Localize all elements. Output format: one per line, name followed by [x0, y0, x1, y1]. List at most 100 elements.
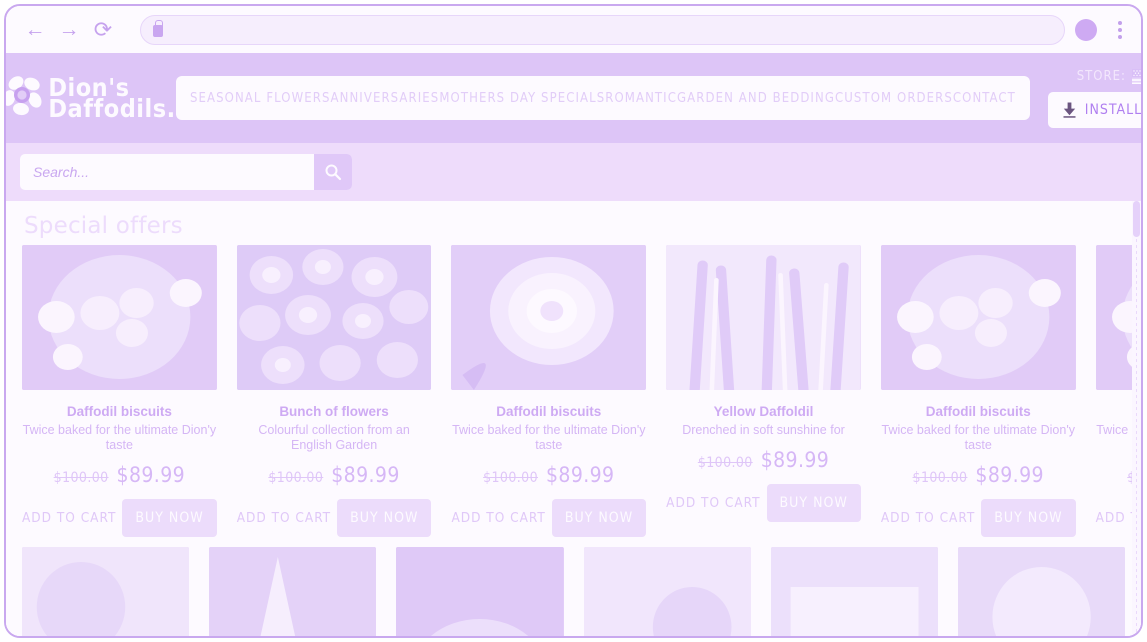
product-card[interactable]: Daffodil biscuits Twice baked for the ul… [22, 245, 217, 537]
search-button[interactable] [314, 154, 352, 190]
product-card[interactable] [396, 546, 564, 636]
main-navigation: SEASONAL FLOWERS ANNIVERSARIES MOTHERS D… [176, 76, 1030, 120]
page-viewport: Dion's Daffodils. SEASONAL FLOWERS ANNIV… [6, 53, 1141, 636]
product-image[interactable] [666, 245, 861, 390]
product-card[interactable] [770, 546, 938, 636]
profile-avatar[interactable] [1075, 18, 1097, 41]
product-card[interactable]: Bunch of flowers Colourful collection fr… [236, 245, 432, 537]
product-actions: ADD TO CART BUY NOW [22, 498, 217, 537]
biscuits-on-plate-photo [22, 245, 217, 390]
forward-icon[interactable]: → [52, 13, 86, 47]
product-image[interactable] [396, 546, 564, 636]
nav-item-contact[interactable]: CONTACT [953, 91, 1016, 106]
nav-item-romantic[interactable]: ROMANTIC [605, 91, 677, 106]
product-photo-10 [583, 546, 751, 636]
add-to-cart-button[interactable]: ADD TO CART [451, 510, 545, 526]
address-bar[interactable] [140, 14, 1065, 45]
nav-item-custom-orders[interactable]: CUSTOM ORDERS [835, 91, 953, 106]
product-card[interactable]: Yellow Daffoldil Drenched in soft sunshi… [666, 245, 861, 537]
product-card[interactable] [957, 546, 1125, 636]
buy-now-button[interactable]: BUY NOW [122, 498, 217, 537]
buy-now-button[interactable]: BUY NOW [337, 498, 432, 537]
nav-item-garden-and-bedding[interactable]: GARDEN AND BEDDING [677, 91, 835, 106]
site-logo[interactable]: Dion's Daffodils. [6, 73, 175, 123]
product-card[interactable]: Daffodil biscuits Twice baked for the ul… [880, 245, 1076, 537]
product-price: $100.00 $89.99 [54, 463, 185, 487]
product-price: $100.00 $89.99 [483, 463, 614, 487]
product-image[interactable] [236, 245, 432, 390]
product-image[interactable] [880, 245, 1076, 390]
product-price: $100.00 $89.99 [268, 463, 399, 487]
product-image[interactable] [209, 546, 377, 636]
product-title: Bunch of flowers [279, 404, 389, 419]
nav-item-mothers-day-specials[interactable]: MOTHERS DAY SPECIALS [439, 91, 605, 106]
product-title: Yellow Daffoldil [713, 404, 814, 419]
daffodil-flower-icon [6, 76, 42, 116]
store-selector[interactable]: STORE: [1076, 68, 1141, 84]
product-description: Twice baked for the ultimate Dion'y tast… [452, 422, 646, 452]
reload-icon[interactable]: ⟳ [86, 13, 120, 47]
product-card[interactable] [22, 546, 190, 636]
site-header: Dion's Daffodils. SEASONAL FLOWERS ANNIV… [6, 53, 1141, 143]
product-title: Daffodil biscuits [925, 404, 1031, 419]
lock-icon [153, 20, 163, 37]
download-icon [1063, 102, 1076, 118]
buy-now-button[interactable]: BUY NOW [981, 498, 1076, 537]
product-card[interactable] [583, 546, 751, 636]
product-description: Colourful collection from an English Gar… [258, 422, 410, 452]
product-title: Daffodil biscuits [496, 404, 602, 419]
product-actions: ADD TO CART BUY NOW [237, 498, 432, 537]
product-photo-11 [770, 546, 938, 636]
product-price: $100.00 $89.99 [698, 448, 829, 472]
product-image[interactable] [451, 245, 647, 390]
nav-item-seasonal-flowers[interactable]: SEASONAL FLOWERS [190, 91, 331, 106]
scrollbar-thumb[interactable] [1133, 201, 1140, 237]
product-actions: ADD TO CART BUY NOW [881, 498, 1076, 537]
price-original: $100.00 [912, 469, 968, 486]
product-image[interactable] [22, 546, 190, 636]
product-image[interactable] [770, 546, 938, 636]
kebab-menu-icon[interactable] [1111, 20, 1129, 39]
product-image[interactable] [957, 546, 1125, 636]
price-current: $89.99 [760, 447, 830, 472]
price-current: $89.99 [975, 462, 1044, 487]
product-title: Daffodil biscuits [66, 404, 172, 419]
main-content: Special offers Daffodil biscuits Twice b… [6, 201, 1141, 636]
search-band [6, 143, 1141, 201]
price-original: $100.00 [483, 469, 538, 486]
header-right-group: STORE: INSTALL [1040, 68, 1141, 128]
price-current: $89.99 [116, 462, 186, 487]
page-scrollbar[interactable] [1132, 201, 1141, 636]
product-description: Drenched in soft sunshine for [682, 422, 845, 437]
buy-now-button[interactable]: BUY NOW [551, 498, 647, 537]
back-icon[interactable]: ← [18, 13, 52, 47]
product-image[interactable] [583, 546, 751, 636]
add-to-cart-button[interactable]: ADD TO CART [22, 510, 116, 526]
add-to-cart-button[interactable]: ADD TO CART [666, 495, 760, 511]
product-card[interactable] [209, 546, 377, 636]
white-rose-photo [451, 245, 647, 390]
logo-line-2: Daffodils. [48, 94, 176, 123]
buy-now-button[interactable]: BUY NOW [766, 483, 861, 522]
search-input[interactable] [20, 154, 314, 190]
price-original: $100.00 [268, 469, 324, 486]
store-label: STORE: [1076, 68, 1126, 84]
product-grid-row-1: Daffodil biscuits Twice baked for the ul… [6, 245, 1141, 537]
product-photo-7 [22, 546, 190, 636]
page-title: Special offers [24, 213, 183, 239]
search-container [20, 154, 352, 190]
scrollbar-track[interactable] [1136, 239, 1137, 636]
product-actions: ADD TO CART BUY NOW [666, 483, 861, 522]
product-description: Twice baked for the ultimate Dion'y tast… [22, 422, 217, 452]
product-photo-12 [957, 546, 1125, 636]
add-to-cart-button[interactable]: ADD TO CART [881, 510, 975, 526]
price-current: $89.99 [545, 462, 615, 487]
product-card[interactable]: Daffodil biscuits Twice baked for the ul… [451, 245, 647, 537]
add-to-cart-button[interactable]: ADD TO CART [237, 510, 331, 526]
nav-item-anniversaries[interactable]: ANNIVERSARIES [331, 91, 440, 106]
product-price: $100.00 $89.99 [913, 463, 1044, 487]
product-image[interactable] [22, 245, 217, 390]
search-icon [325, 164, 342, 181]
product-grid-row-2 [6, 546, 1141, 636]
install-button[interactable]: INSTALL [1047, 91, 1141, 128]
